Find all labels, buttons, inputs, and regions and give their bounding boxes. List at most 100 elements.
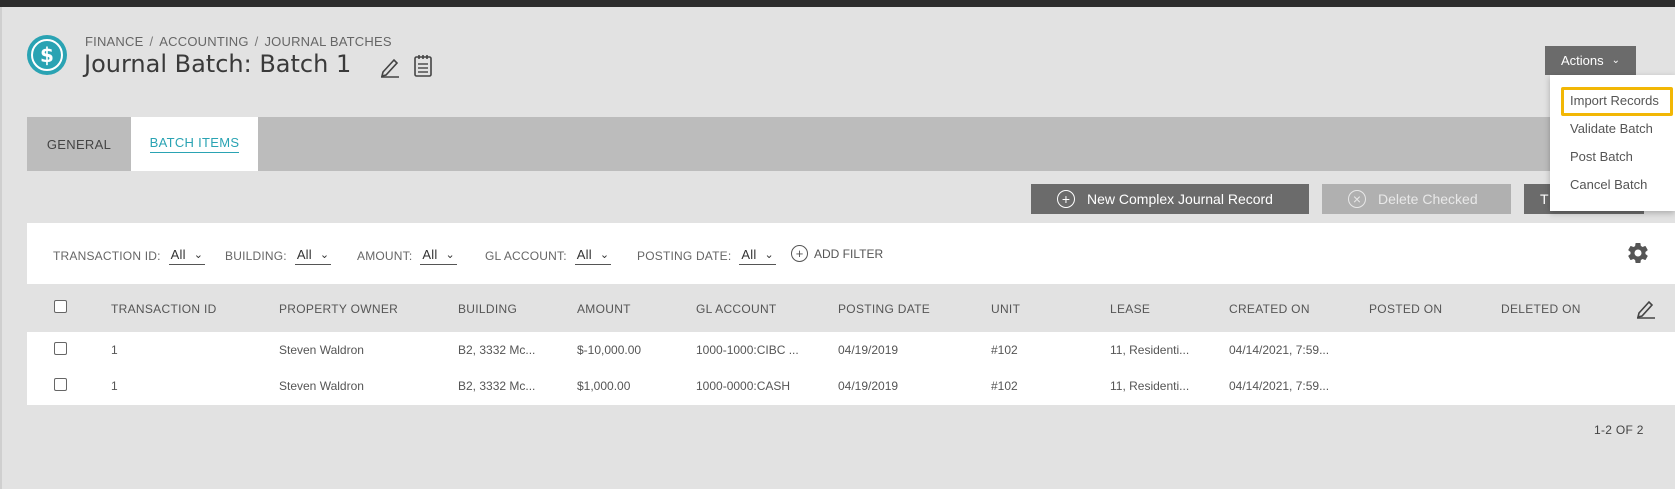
table-header: TRANSACTION ID PROPERTY OWNER BUILDING A… [27, 284, 1675, 332]
col-created-on[interactable]: CREATED ON [1229, 302, 1310, 316]
cell-unit: #102 [991, 343, 1018, 357]
table-body: 1 Steven Waldron B2, 3332 Mc... $-10,000… [27, 332, 1675, 405]
cell-building: B2, 3332 Mc... [458, 343, 536, 357]
col-amount[interactable]: AMOUNT [577, 302, 631, 316]
col-deleted-on[interactable]: DELETED ON [1501, 302, 1581, 316]
chevron-down-icon: ⌄ [599, 249, 610, 261]
filter-label: TRANSACTION ID: [53, 249, 161, 263]
col-gl-account[interactable]: GL ACCOUNT [696, 302, 777, 316]
filter-select[interactable]: All ⌄ [294, 247, 332, 265]
filter-select[interactable]: All ⌄ [420, 247, 457, 265]
delete-checked-label: Delete Checked [1378, 191, 1478, 207]
actions-button[interactable]: Actions ⌄ [1545, 46, 1636, 75]
new-complex-journal-record-button[interactable]: + New Complex Journal Record [1031, 184, 1309, 214]
close-circle-icon: × [1348, 190, 1366, 208]
add-filter-label: ADD FILTER [814, 246, 884, 261]
col-posted-on[interactable]: POSTED ON [1369, 302, 1442, 316]
cell-property-owner: Steven Waldron [279, 343, 364, 357]
plus-circle-icon: + [1057, 190, 1075, 208]
cell-transaction-id: 1 [111, 379, 118, 393]
table-row[interactable]: 1 Steven Waldron B2, 3332 Mc... $-10,000… [27, 332, 1675, 368]
filter-value: All [576, 247, 592, 262]
top-bar [0, 0, 1675, 7]
cell-amount: $-10,000.00 [577, 343, 642, 357]
filter-bar: TRANSACTION ID: All ⌄ BUILDING: All ⌄ AMOU… [27, 223, 1675, 284]
cell-transaction-id: 1 [111, 343, 118, 357]
col-building[interactable]: BUILDING [458, 302, 517, 316]
cell-amount: $1,000.00 [577, 379, 631, 393]
chevron-down-icon: ⌄ [445, 249, 455, 261]
menu-item-validate-batch[interactable]: Validate Batch [1570, 121, 1653, 136]
finance-logo-icon: $ [27, 35, 67, 75]
tab-batch-items[interactable]: BATCH ITEMS [131, 117, 258, 171]
filter-value: All [170, 247, 186, 262]
breadcrumb-journal-batches[interactable]: JOURNAL BATCHES [264, 34, 391, 49]
cell-unit: #102 [991, 379, 1018, 393]
filter-posting-date: POSTING DATE: All ⌄ [637, 247, 776, 265]
tab-batch-items-label: BATCH ITEMS [149, 135, 240, 153]
filter-label: BUILDING: [225, 249, 287, 263]
cell-lease: 11, Residenti... [1110, 343, 1190, 357]
chevron-down-icon: ⌄ [193, 249, 204, 261]
cell-gl-account: 1000-0000:CASH [696, 379, 791, 393]
chevron-down-icon: ⌄ [1611, 55, 1621, 66]
edit-columns-pencil-icon[interactable] [1635, 297, 1657, 319]
filter-value: All [296, 247, 312, 262]
filter-label: GL ACCOUNT: [485, 249, 567, 263]
filter-amount: AMOUNT: All ⌄ [357, 247, 457, 265]
filter-transaction-id: TRANSACTION ID: All ⌄ [53, 247, 206, 265]
cell-gl-account: 1000-1000:CIBC ... [696, 343, 799, 357]
tabs-bar: GENERAL BATCH ITEMS [27, 117, 1675, 171]
filter-select[interactable]: All ⌄ [574, 247, 612, 265]
chevron-down-icon: ⌄ [319, 249, 330, 261]
filter-value: All [422, 247, 438, 262]
left-edge [0, 7, 2, 489]
tab-general-label: GENERAL [46, 136, 112, 152]
gear-icon[interactable] [1626, 241, 1650, 265]
add-filter-button[interactable]: + ADD FILTER [791, 245, 883, 262]
col-posting-date[interactable]: POSTING DATE [838, 302, 930, 316]
delete-checked-button[interactable]: × Delete Checked [1322, 184, 1511, 214]
cell-building: B2, 3332 Mc... [458, 379, 536, 393]
breadcrumb-separator: / [149, 34, 154, 49]
menu-item-cancel-batch[interactable]: Cancel Batch [1570, 177, 1647, 192]
filter-value: All [741, 247, 757, 262]
actions-dropdown-menu: Import Records Validate Batch Post Batch… [1550, 75, 1675, 211]
cell-created-on: 04/14/2021, 7:59... [1229, 379, 1330, 393]
menu-item-post-batch[interactable]: Post Batch [1570, 149, 1633, 164]
chevron-down-icon: ⌄ [764, 249, 774, 261]
row-checkbox[interactable] [54, 342, 67, 355]
col-property-owner[interactable]: PROPERTY OWNER [279, 302, 398, 316]
filter-select[interactable]: All ⌄ [739, 247, 776, 265]
third-action-label: T [1540, 191, 1549, 207]
edit-pencil-icon[interactable] [379, 54, 401, 78]
cell-posting-date: 04/19/2019 [838, 343, 899, 357]
notes-clipboard-icon[interactable] [412, 54, 434, 78]
col-transaction-id[interactable]: TRANSACTION ID [111, 302, 217, 316]
breadcrumb: FINANCE / ACCOUNTING / JOURNAL BATCHES [85, 34, 392, 49]
filter-label: AMOUNT: [357, 249, 413, 263]
breadcrumb-accounting[interactable]: ACCOUNTING [159, 34, 248, 49]
table-row[interactable]: 1 Steven Waldron B2, 3332 Mc... $1,000.0… [27, 368, 1675, 404]
filter-gl-account: GL ACCOUNT: All ⌄ [485, 247, 612, 265]
cell-property-owner: Steven Waldron [279, 379, 364, 393]
page-title: Journal Batch: Batch 1 [84, 50, 352, 78]
col-unit[interactable]: UNIT [991, 302, 1020, 316]
breadcrumb-finance[interactable]: FINANCE [85, 34, 143, 49]
col-lease[interactable]: LEASE [1110, 302, 1150, 316]
new-complex-label: New Complex Journal Record [1087, 191, 1273, 207]
cell-posting-date: 04/19/2019 [838, 379, 899, 393]
actions-label: Actions [1560, 53, 1604, 68]
filter-select[interactable]: All ⌄ [168, 247, 206, 265]
filter-building: BUILDING: All ⌄ [225, 247, 332, 265]
cell-lease: 11, Residenti... [1110, 379, 1190, 393]
select-all-checkbox[interactable] [54, 300, 67, 313]
cell-created-on: 04/14/2021, 7:59... [1229, 343, 1330, 357]
menu-item-import-records[interactable]: Import Records [1570, 93, 1659, 108]
filter-label: POSTING DATE: [637, 249, 732, 263]
plus-circle-icon: + [791, 245, 808, 262]
row-checkbox[interactable] [54, 378, 67, 391]
pagination-count: 1-2 OF 2 [1594, 423, 1644, 437]
breadcrumb-separator: / [254, 34, 259, 49]
tab-general[interactable]: GENERAL [27, 117, 131, 171]
